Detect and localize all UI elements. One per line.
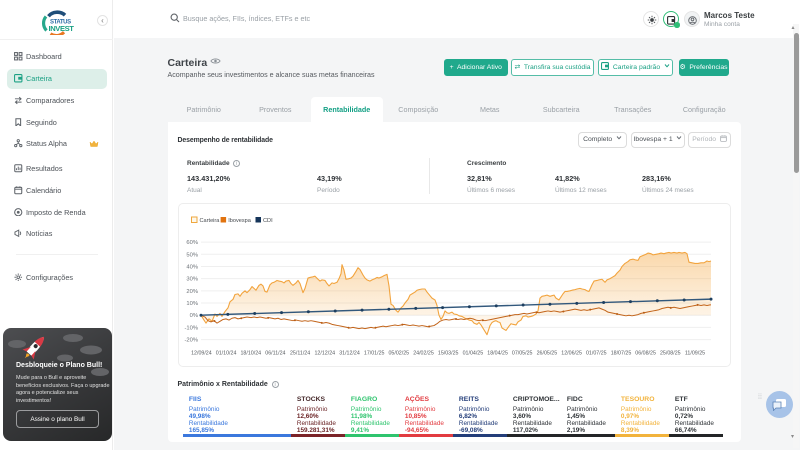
svg-text:07/05/25: 07/05/25 <box>512 351 533 357</box>
svg-text:-10%: -10% <box>184 325 198 331</box>
svg-text:40%: 40% <box>186 264 198 270</box>
svg-text:01/10/24: 01/10/24 <box>216 351 237 357</box>
svg-text:50%: 50% <box>186 252 198 258</box>
svg-text:INVEST: INVEST <box>49 24 75 33</box>
svg-text:CDI: CDI <box>263 218 273 224</box>
svg-text:12/06/25: 12/06/25 <box>561 351 582 357</box>
svg-text:05/02/25: 05/02/25 <box>388 351 409 357</box>
svg-text:15/03/25: 15/03/25 <box>438 351 459 357</box>
svg-text:06/08/25: 06/08/25 <box>635 351 656 357</box>
svg-text:-20%: -20% <box>184 338 198 344</box>
svg-text:18/10/24: 18/10/24 <box>240 351 261 357</box>
svg-text:18/04/25: 18/04/25 <box>487 351 508 357</box>
svg-text:01/04/25: 01/04/25 <box>463 351 484 357</box>
svg-text:25/11/24: 25/11/24 <box>290 351 310 357</box>
svg-text:12/12/24: 12/12/24 <box>314 351 335 357</box>
svg-text:17/01/25: 17/01/25 <box>364 351 385 357</box>
svg-text:0%: 0% <box>190 313 198 319</box>
svg-text:18/07/25: 18/07/25 <box>611 351 632 357</box>
svg-text:Ibovespa: Ibovespa <box>228 218 252 224</box>
svg-text:31/12/24: 31/12/24 <box>339 351 360 357</box>
svg-text:20%: 20% <box>186 289 198 295</box>
svg-text:25/08/25: 25/08/25 <box>660 351 681 357</box>
svg-text:24/02/25: 24/02/25 <box>413 351 434 357</box>
svg-text:60%: 60% <box>186 240 198 246</box>
svg-text:01/07/25: 01/07/25 <box>586 351 607 357</box>
svg-text:10%: 10% <box>186 301 198 307</box>
svg-text:12/09/24: 12/09/24 <box>191 351 212 357</box>
svg-text:11/09/25: 11/09/25 <box>685 351 705 357</box>
svg-text:Carteira: Carteira <box>200 218 221 224</box>
svg-text:26/05/25: 26/05/25 <box>537 351 558 357</box>
svg-text:06/11/24: 06/11/24 <box>265 351 285 357</box>
svg-text:30%: 30% <box>186 277 198 283</box>
